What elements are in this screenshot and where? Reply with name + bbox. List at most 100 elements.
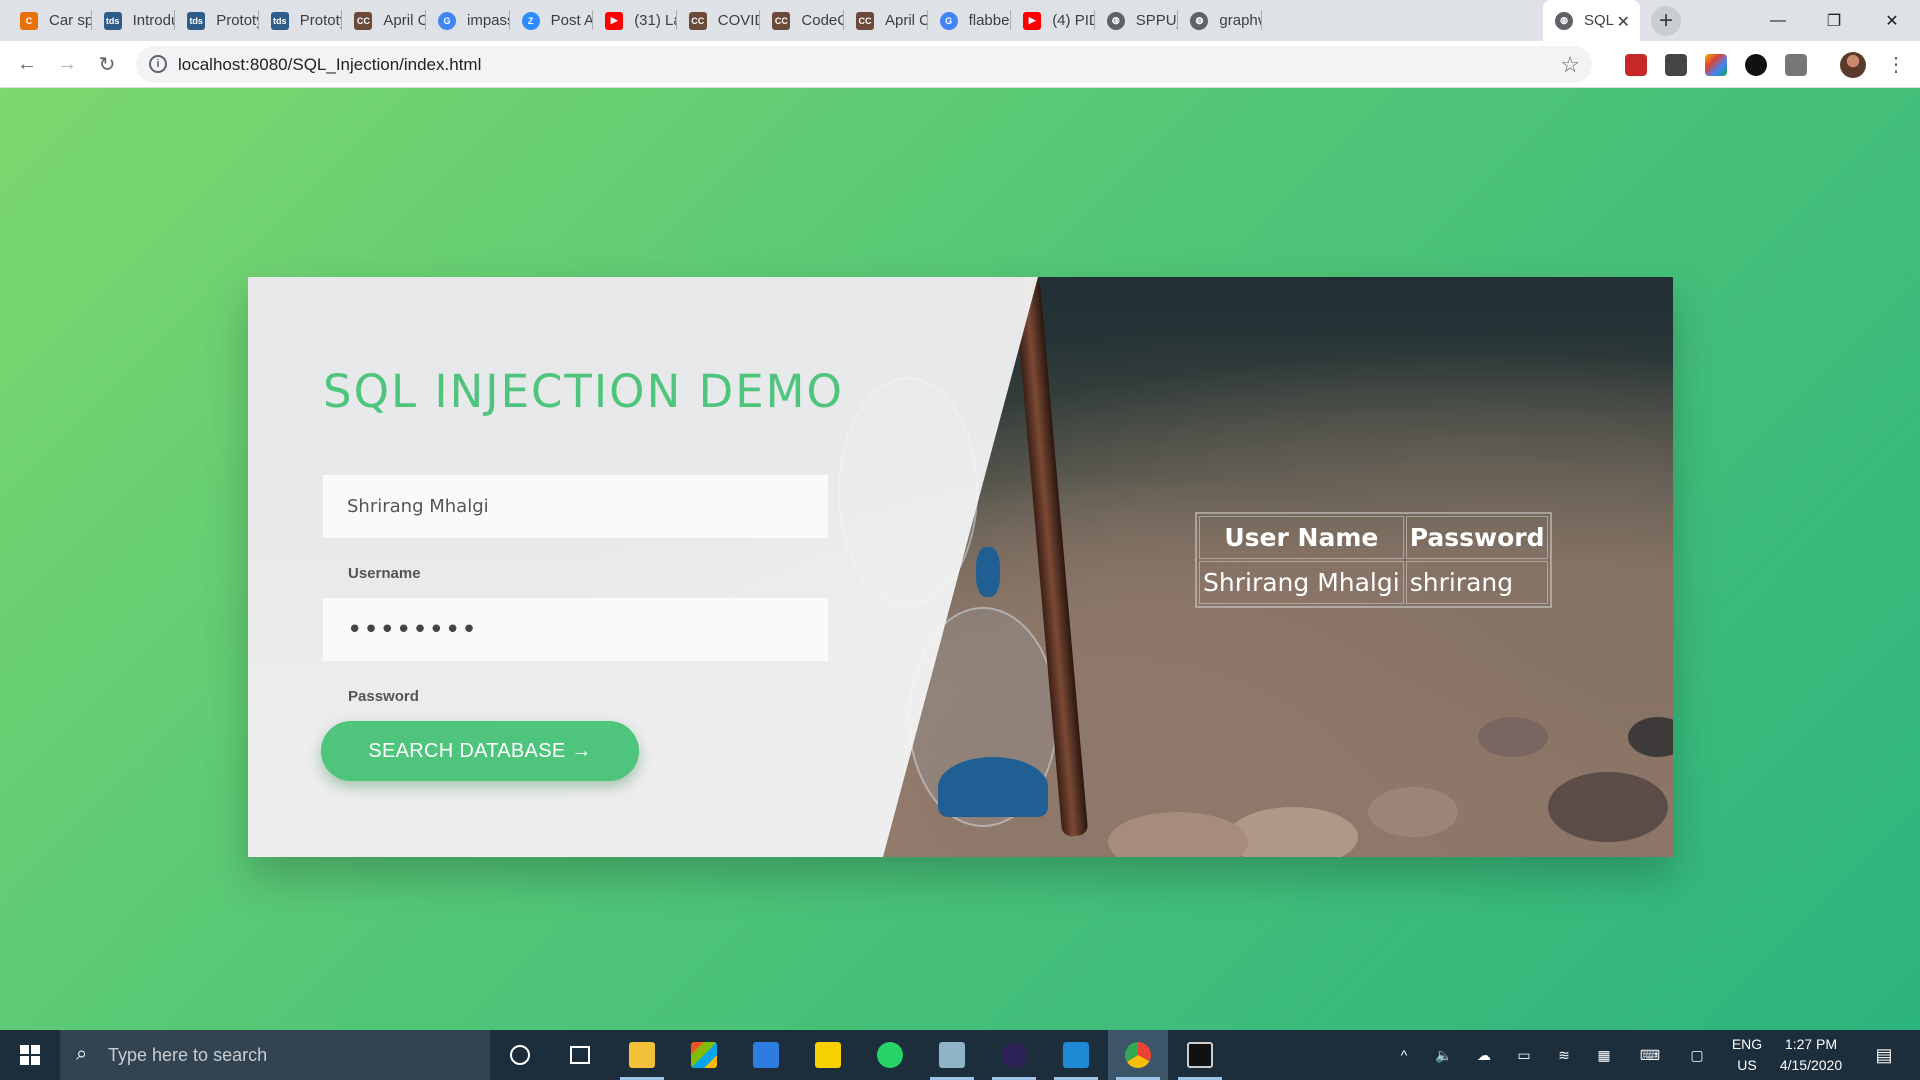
column-header-user-name: User Name — [1199, 516, 1404, 559]
browser-tab[interactable]: Z Post Att — [510, 0, 594, 41]
rock — [1478, 717, 1548, 757]
task-view-button[interactable] — [550, 1030, 610, 1080]
browser-tab[interactable]: ◍ SPPU_B — [1095, 0, 1179, 41]
onedrive-icon[interactable]: ☁ — [1472, 1030, 1496, 1080]
cortana-button[interactable] — [490, 1030, 550, 1080]
close-tab-icon[interactable]: ✕ — [1617, 12, 1630, 32]
browser-tab[interactable]: ▶ (31) La — [593, 0, 677, 41]
browser-tab[interactable]: C Car spe — [8, 0, 92, 41]
windows-logo-icon — [20, 1045, 40, 1065]
tab-favicon-icon: CC — [856, 11, 874, 30]
extension-icon[interactable] — [1625, 54, 1647, 76]
bookmark-star-icon[interactable]: ☆ — [1560, 52, 1580, 78]
show-hidden-icons[interactable]: ^ — [1392, 1030, 1416, 1080]
tab-title: Post Att — [550, 12, 594, 29]
start-button[interactable] — [0, 1030, 60, 1080]
table-row: Shrirang Mhalgi shrirang — [1199, 561, 1549, 604]
windows-taskbar: ⌕ Type here to search ^ 🔈 ☁ ▭ ≋ ▦ ⌨ ▢ EN… — [0, 1030, 1920, 1080]
wifi-icon[interactable]: ≋ — [1552, 1030, 1576, 1080]
tab-favicon-icon: CC — [354, 11, 373, 30]
globe-icon: ◍ — [1555, 11, 1573, 30]
browser-tab[interactable]: Gflabberg — [928, 0, 1012, 41]
new-tab-button[interactable]: + — [1651, 6, 1681, 36]
taskbar-app-sticky-notes[interactable] — [798, 1030, 858, 1080]
browser-tab[interactable]: tds Introdu — [92, 0, 176, 41]
taskbar-app-file-explorer[interactable] — [612, 1030, 672, 1080]
store-icon — [691, 1042, 717, 1068]
taskbar-app-chrome[interactable] — [1108, 1030, 1168, 1080]
tab-favicon-icon: G — [939, 11, 958, 30]
extension-icon[interactable] — [1665, 54, 1687, 76]
browser-tab[interactable]: CC April Ch — [342, 0, 426, 41]
profile-avatar[interactable] — [1840, 52, 1866, 78]
search-database-button[interactable]: SEARCH DATABASE → — [321, 721, 639, 781]
username-input[interactable]: Shrirang Mhalgi — [323, 475, 828, 538]
close-window-button[interactable]: ✕ — [1864, 0, 1920, 41]
tab-title: graphvi — [1219, 12, 1262, 29]
demo-card: SQL INJECTION DEMO Shrirang Mhalgi Usern… — [248, 277, 1673, 857]
extension-icon[interactable] — [1705, 54, 1727, 76]
rock — [1228, 807, 1358, 857]
folder-icon — [629, 1042, 655, 1068]
tab-title: flabberg — [968, 12, 1012, 29]
forward-button[interactable]: → — [52, 49, 82, 79]
battery-icon[interactable]: ▭ — [1512, 1030, 1536, 1080]
taskbar-app-store[interactable] — [674, 1030, 734, 1080]
taskbar-search-box[interactable]: ⌕ Type here to search — [60, 1030, 490, 1080]
back-button[interactable]: ← — [12, 49, 42, 79]
tab-title: (4) PID — [1052, 12, 1095, 29]
url-text[interactable]: localhost:8080/SQL_Injection/index.html — [178, 55, 481, 75]
extension-icon[interactable] — [1745, 54, 1767, 76]
tab-title: SPPU_B — [1135, 12, 1179, 29]
tab-sql-injection[interactable]: ◍ SQL ✕ — [1543, 0, 1640, 41]
search-icon: ⌕ — [76, 1043, 88, 1065]
clock[interactable]: 1:27 PM 4/15/2020 — [1766, 1034, 1856, 1076]
tab-title: Prototy — [299, 12, 343, 29]
info-icon[interactable]: i — [149, 55, 167, 73]
browser-tab[interactable]: CC CodeCh — [760, 0, 844, 41]
tab-title: CodeCh — [801, 12, 844, 29]
menu-icon[interactable]: ⋮ — [1886, 52, 1906, 78]
rock — [1548, 772, 1668, 842]
taskbar-app-whatsapp[interactable] — [860, 1030, 920, 1080]
address-bar[interactable]: i localhost:8080/SQL_Injection/index.htm… — [136, 46, 1592, 83]
sticky-notes-icon — [815, 1042, 841, 1068]
clock-date: 4/15/2020 — [1779, 1057, 1843, 1073]
app-tray-icon[interactable]: ▦ — [1592, 1030, 1616, 1080]
taskbar-app-terminal[interactable] — [1170, 1030, 1230, 1080]
reload-button[interactable]: ↻ — [92, 49, 122, 79]
display-icon[interactable]: ▢ — [1685, 1030, 1709, 1080]
browser-tab[interactable]: ◍ graphvi — [1178, 0, 1262, 41]
tab-title: (31) La — [634, 12, 677, 29]
minimize-button[interactable]: — — [1750, 0, 1806, 41]
volume-icon[interactable]: 🔈 — [1432, 1030, 1456, 1080]
tab-title: Prototy — [216, 12, 259, 29]
tab-title: April Ch — [885, 12, 928, 29]
browser-tab[interactable]: tds Prototy — [175, 0, 259, 41]
rock — [1368, 787, 1458, 837]
tab-title: SQL — [1584, 12, 1615, 29]
cortana-icon — [510, 1045, 530, 1065]
todo-icon — [753, 1042, 779, 1068]
keyboard-icon[interactable]: ⌨ — [1635, 1030, 1665, 1080]
browser-tab[interactable]: tds Prototy — [259, 0, 343, 41]
taskbar-app-todo[interactable] — [736, 1030, 796, 1080]
clock-time: 1:27 PM — [1784, 1036, 1838, 1052]
notification-icon[interactable]: ▤ — [1864, 1030, 1904, 1080]
browser-tab[interactable]: CC COVID — [677, 0, 761, 41]
taskbar-app-notepad[interactable] — [922, 1030, 982, 1080]
table-header-row: User Name Password — [1199, 516, 1549, 559]
browser-tab[interactable]: CC April Ch — [844, 0, 928, 41]
password-label: Password — [348, 688, 419, 705]
taskbar-app-vscode[interactable] — [1046, 1030, 1106, 1080]
password-input[interactable]: •••••••• — [323, 598, 828, 661]
browser-tab[interactable]: ▶ (4) PID — [1011, 0, 1095, 41]
rock — [1108, 812, 1248, 857]
cast-icon[interactable] — [1785, 54, 1807, 76]
language-indicator[interactable]: ENG US — [1725, 1034, 1769, 1076]
taskbar-app-eclipse[interactable] — [984, 1030, 1044, 1080]
browser-tab[interactable]: Gimpasse — [426, 0, 510, 41]
tab-favicon-icon: ◍ — [1190, 11, 1209, 30]
maximize-button[interactable]: ❐ — [1806, 0, 1862, 41]
tab-title: April Ch — [383, 12, 426, 29]
